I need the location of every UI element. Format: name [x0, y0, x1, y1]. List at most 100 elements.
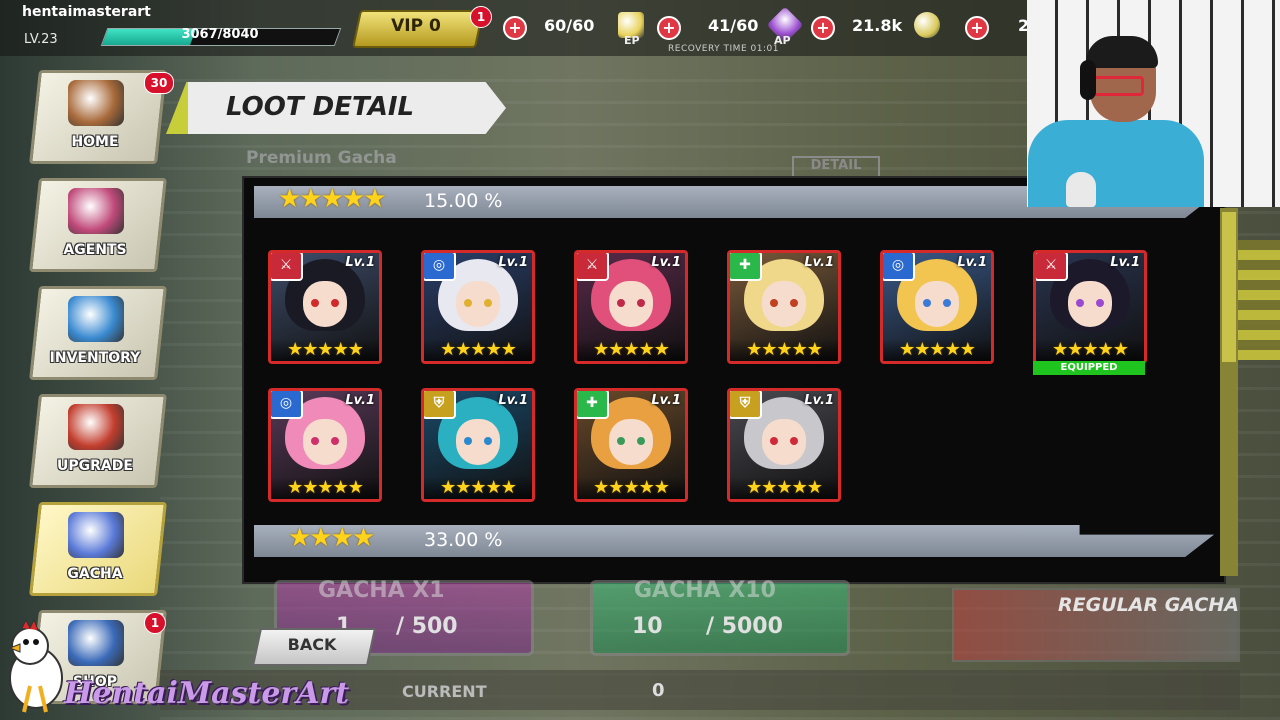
agent-portrait-eye [464, 437, 472, 445]
gacha-x1-title: GACHA X1 [318, 578, 445, 603]
current-label: CURRENT [402, 682, 487, 701]
streamer-headset [1080, 60, 1096, 100]
agent-portrait-face [456, 281, 500, 327]
tank-type-icon: ⛨ [424, 391, 456, 419]
ep-value: 60/60 [544, 16, 595, 35]
agent-portrait-eye [770, 299, 778, 307]
agent-portrait-eye [923, 299, 931, 307]
menu-agents-label: AGENTS [63, 242, 127, 258]
agent-star-rating: ★★★★★ [883, 339, 991, 361]
agent-level: Lv.1 [498, 393, 528, 408]
target-type-icon: ◎ [271, 391, 303, 419]
agent-portrait-eye [637, 437, 645, 445]
agent-portrait-face [1068, 281, 1112, 327]
streamer-shirt [1028, 120, 1204, 207]
username: hentaimasterart [22, 4, 151, 20]
agent-card[interactable]: ⚔ Lv.1 ★★★★★ [574, 250, 688, 364]
agent-level: Lv.1 [345, 393, 375, 408]
recovery-time: RECOVERY TIME 01:01 [668, 44, 779, 54]
agent-portrait-eye [943, 299, 951, 307]
player-level: LV.23 [24, 32, 58, 47]
current-value: 0 [652, 680, 665, 701]
xp-text: 3067/8040 [181, 27, 259, 42]
vip-notification-badge: 1 [470, 6, 492, 28]
agent-portrait-eye [311, 299, 319, 307]
agent-card[interactable]: ⚔ Lv.1 ★★★★★ [268, 250, 382, 364]
attack-type-icon: ⚔ [1036, 253, 1068, 281]
agent-portrait-eye [1076, 299, 1084, 307]
equipped-badge: EQUIPPED [1033, 361, 1145, 375]
add-gold-button[interactable]: + [811, 16, 835, 40]
gold-coin-icon [914, 12, 940, 38]
vip-label: VIP 0 [391, 16, 441, 36]
loot-detail-title: LOOT DETAIL [226, 92, 415, 122]
agent-card[interactable]: ✚ Lv.1 ★★★★★ [727, 250, 841, 364]
menu-gacha-label: GACHA [67, 566, 123, 582]
agent-portrait-eye [637, 299, 645, 307]
menu-inventory-label: INVENTORY [49, 350, 141, 366]
tier-4-star-bar [254, 525, 1214, 557]
detail-button[interactable]: DETAIL [792, 156, 880, 178]
gacha-x1-max: / 500 [396, 614, 458, 639]
agent-portrait-eye [331, 437, 339, 445]
agent-star-rating: ★★★★★ [577, 477, 685, 499]
support-type-icon: ✚ [730, 253, 762, 281]
add-ap-button[interactable]: + [657, 16, 681, 40]
inventory-cards-icon [68, 296, 124, 342]
agent-card[interactable]: ✚ Lv.1 ★★★★★ [574, 388, 688, 502]
tier-4-rate: 33.00 % [424, 529, 503, 551]
agent-portrait-face [609, 281, 653, 327]
agent-portrait-eye [464, 299, 472, 307]
gacha-x10-title: GACHA X10 [634, 578, 776, 603]
agent-portrait-eye [790, 299, 798, 307]
agent-star-rating: ★★★★★ [424, 339, 532, 361]
add-ep-button[interactable]: + [503, 16, 527, 40]
regular-gacha-label: REGULAR GACHA [1058, 594, 1239, 616]
agent-portrait-face [915, 281, 959, 327]
agent-star-rating: ★★★★★ [271, 477, 379, 499]
agent-star-rating: ★★★★★ [577, 339, 685, 361]
streamer-hair [1086, 36, 1158, 68]
agent-portrait-eye [770, 437, 778, 445]
attack-type-icon: ⚔ [271, 253, 303, 281]
agent-card[interactable]: ◎ Lv.1 ★★★★★ [880, 250, 994, 364]
agent-level: Lv.1 [1110, 255, 1140, 270]
scrollbar-thumb[interactable] [1222, 212, 1236, 362]
loot-panel [242, 176, 1226, 584]
add-currency-button[interactable]: + [965, 16, 989, 40]
agent-portrait-eye [1096, 299, 1104, 307]
agent-portrait-face [762, 281, 806, 327]
chicken-mascot-icon [8, 618, 63, 713]
gacha-capsule-icon [68, 512, 124, 558]
tier-4-stars: ★★★★ [288, 523, 375, 553]
agent-star-rating: ★★★★★ [271, 339, 379, 361]
target-type-icon: ◎ [424, 253, 456, 281]
agent-card[interactable]: ⛨ Lv.1 ★★★★★ [727, 388, 841, 502]
agent-level: Lv.1 [804, 393, 834, 408]
agent-star-rating: ★★★★★ [730, 477, 838, 499]
home-emblem-icon [68, 80, 124, 126]
agent-card[interactable]: ⚔ Lv.1 ★★★★★ [1033, 250, 1147, 364]
agent-portrait-eye [484, 437, 492, 445]
agent-portrait-eye [617, 437, 625, 445]
shop-box-icon [68, 620, 124, 666]
menu-home-label: HOME [71, 134, 119, 150]
upgrade-gear-icon [68, 404, 124, 450]
gacha-x10-max: / 5000 [706, 614, 783, 639]
agent-card[interactable]: ◎ Lv.1 ★★★★★ [268, 388, 382, 502]
agent-portrait-eye [484, 299, 492, 307]
agent-card[interactable]: ◎ Lv.1 ★★★★★ [421, 250, 535, 364]
agent-portrait-eye [311, 437, 319, 445]
menu-home-badge: 30 [144, 72, 174, 94]
agent-card[interactable]: ⛨ Lv.1 ★★★★★ [421, 388, 535, 502]
agent-level: Lv.1 [498, 255, 528, 270]
gold-value: 21.8k [852, 16, 903, 35]
tier-5-stars: ★★★★★ [278, 184, 387, 214]
attack-type-icon: ⚔ [577, 253, 609, 281]
agent-portrait-face [303, 419, 347, 465]
menu-upgrade-label: UPGRADE [57, 458, 133, 474]
tank-type-icon: ⛨ [730, 391, 762, 419]
agent-level: Lv.1 [804, 255, 834, 270]
tier-5-rate: 15.00 % [424, 190, 503, 212]
back-label: BACK [287, 635, 337, 654]
